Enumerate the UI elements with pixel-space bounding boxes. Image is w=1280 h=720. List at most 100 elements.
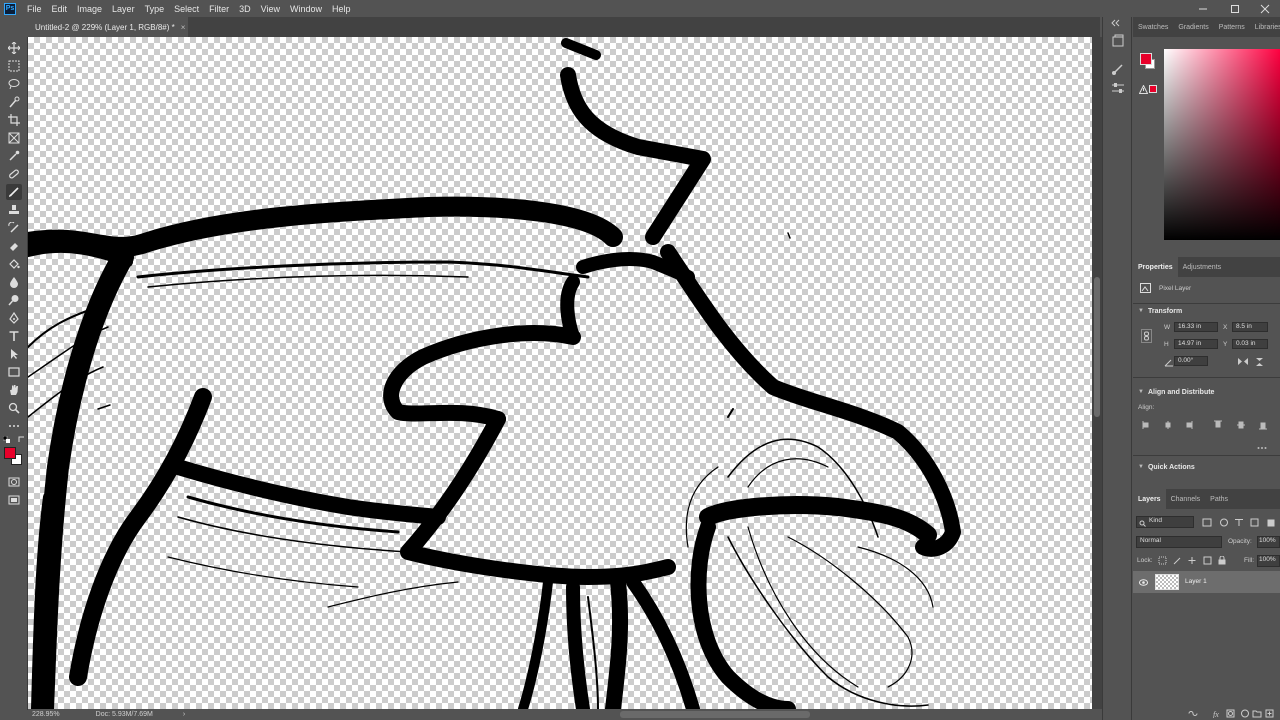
blur-icon[interactable]: [6, 274, 22, 290]
layer-type-label: Pixel Layer: [1159, 285, 1192, 292]
menu-layer[interactable]: Layer: [107, 4, 140, 14]
vertical-scroll-thumb[interactable]: [1094, 277, 1100, 417]
gamut-warning-icon: [1138, 84, 1149, 94]
screen-mode-icon[interactable]: [6, 492, 22, 508]
layers-panel: Layers Channels Paths Kind Normal Opacit…: [1133, 489, 1280, 720]
gamut-color-swatch[interactable]: [1149, 85, 1157, 93]
layer-row[interactable]: Layer 1: [1133, 571, 1280, 593]
menu-edit[interactable]: Edit: [47, 4, 73, 14]
align-title: Align and Distribute: [1147, 388, 1215, 396]
fill-field[interactable]: 100%: [1257, 555, 1280, 567]
pen-icon[interactable]: [6, 310, 22, 326]
panel-foreground-swatch[interactable]: [1140, 53, 1152, 65]
zoom-icon[interactable]: [6, 400, 22, 416]
fill-label: Fill:: [1244, 557, 1255, 564]
tools-panel: [0, 37, 28, 710]
photoshop-logo-icon[interactable]: Ps: [4, 2, 16, 15]
quick-mask-icon[interactable]: [6, 474, 22, 490]
menu-image[interactable]: Image: [72, 4, 107, 14]
tab-adjustments[interactable]: Adjustments: [1178, 257, 1227, 277]
link-dimensions-icon[interactable]: [1141, 329, 1152, 343]
layer-filter-buttons[interactable]: [1202, 518, 1278, 527]
align-distribute-header[interactable]: ▼ Align and Distribute: [1133, 385, 1214, 399]
layers-tabs: Layers Channels Paths: [1133, 489, 1280, 509]
maximize-icon[interactable]: [1220, 0, 1250, 17]
path-select-icon[interactable]: [6, 346, 22, 362]
eyedropper-icon[interactable]: [6, 148, 22, 164]
quick-actions-header[interactable]: ▼ Quick Actions: [1133, 460, 1195, 474]
minimize-icon[interactable]: [1188, 0, 1218, 17]
close-window-icon[interactable]: [1250, 0, 1280, 17]
layer-actions-bar[interactable]: fx: [1187, 709, 1279, 719]
adjustments-strip-icon[interactable]: [1111, 81, 1125, 95]
menu-help[interactable]: Help: [327, 4, 356, 14]
lasso-icon[interactable]: [6, 76, 22, 92]
tab-channels[interactable]: Channels: [1166, 489, 1206, 509]
document-tab-bar: Untitled-2 @ 229% (Layer 1, RGB/8#) * ×: [28, 17, 1100, 37]
color-panel-tabs: Swatches Gradients Patterns Libraries: [1133, 17, 1280, 37]
brush-icon[interactable]: [6, 184, 22, 200]
tab-libraries[interactable]: Libraries: [1250, 17, 1280, 37]
eraser-icon[interactable]: [6, 238, 22, 254]
angle-field[interactable]: 0.00°: [1174, 356, 1208, 366]
more-options-icon[interactable]: [1257, 442, 1267, 449]
vertical-scrollbar[interactable]: [1092, 37, 1102, 709]
menu-window[interactable]: Window: [285, 4, 327, 14]
foreground-color-swatch[interactable]: [4, 447, 16, 459]
blend-mode-select[interactable]: Normal: [1136, 536, 1222, 548]
x-field[interactable]: 8.5 in: [1232, 322, 1268, 332]
marquee-icon[interactable]: [6, 58, 22, 74]
menu-filter[interactable]: Filter: [204, 4, 234, 14]
menu-file[interactable]: File: [22, 4, 47, 14]
horizontal-scroll-thumb[interactable]: [620, 711, 810, 718]
crop-icon[interactable]: [6, 112, 22, 128]
history-brush-icon[interactable]: [6, 220, 22, 236]
move-icon[interactable]: [6, 40, 22, 56]
bucket-icon[interactable]: [6, 256, 22, 272]
menu-view[interactable]: View: [256, 4, 285, 14]
quick-select-icon[interactable]: [6, 94, 22, 110]
lock-buttons[interactable]: [1158, 555, 1226, 565]
tab-gradients[interactable]: Gradients: [1173, 17, 1213, 37]
menu-type[interactable]: Type: [140, 4, 170, 14]
menu-3d[interactable]: 3D: [234, 4, 256, 14]
collapse-panels-icon[interactable]: [1111, 19, 1125, 27]
tab-layers[interactable]: Layers: [1133, 489, 1166, 509]
filter-kind-value: Kind: [1149, 517, 1163, 524]
dodge-icon[interactable]: [6, 292, 22, 308]
properties-panel: Properties Adjustments Pixel Layer ▼ Tran…: [1133, 257, 1280, 489]
rectangle-icon[interactable]: [6, 364, 22, 380]
tab-properties[interactable]: Properties: [1133, 257, 1178, 277]
default-colors-icon[interactable]: [2, 435, 10, 443]
divider: [1133, 455, 1280, 456]
visibility-eye-icon[interactable]: [1139, 578, 1148, 586]
document-tab[interactable]: Untitled-2 @ 229% (Layer 1, RGB/8#) * ×: [28, 17, 188, 37]
close-tab-icon[interactable]: ×: [181, 23, 186, 32]
color-picker-field[interactable]: [1164, 49, 1280, 240]
menu-select[interactable]: Select: [169, 4, 204, 14]
flip-horizontal-icon[interactable]: [1237, 357, 1249, 366]
zoom-level[interactable]: 228.95%: [32, 711, 60, 718]
history-panel-icon[interactable]: [1111, 34, 1125, 48]
tab-patterns[interactable]: Patterns: [1214, 17, 1250, 37]
type-icon[interactable]: [6, 328, 22, 344]
swap-colors-icon[interactable]: [18, 435, 25, 442]
height-field[interactable]: 14.97 in: [1174, 339, 1218, 349]
tab-swatches[interactable]: Swatches: [1133, 17, 1173, 37]
layer-name[interactable]: Layer 1: [1185, 578, 1207, 585]
flip-vertical-icon[interactable]: [1255, 357, 1264, 367]
document-canvas[interactable]: [28, 37, 1092, 709]
brush-settings-icon[interactable]: [1111, 62, 1125, 76]
hand-icon[interactable]: [6, 382, 22, 398]
tab-paths[interactable]: Paths: [1205, 489, 1233, 509]
document-tab-title: Untitled-2 @ 229% (Layer 1, RGB/8#) *: [35, 22, 175, 32]
y-field[interactable]: 0.03 in: [1232, 339, 1268, 349]
stamp-icon[interactable]: [6, 202, 22, 218]
more-icon[interactable]: [6, 418, 22, 434]
healing-icon[interactable]: [6, 166, 22, 182]
opacity-field[interactable]: 100%: [1257, 536, 1280, 548]
transform-header[interactable]: ▼ Transform: [1133, 304, 1182, 318]
frame-icon[interactable]: [6, 130, 22, 146]
status-menu-arrow-icon[interactable]: ›: [183, 711, 185, 718]
width-field[interactable]: 16.33 in: [1174, 322, 1218, 332]
